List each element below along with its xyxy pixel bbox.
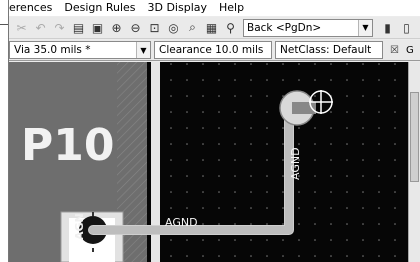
navigation-combo-value: Back <PgDn> — [247, 21, 322, 34]
chevron-down-icon[interactable]: ▼ — [358, 19, 372, 36]
propbar-overflow: G — [406, 44, 414, 56]
via-size-value: Via 35.0 mils * — [14, 44, 91, 56]
pcb-editor-window: erences Design Rules 3D Display Help ✂ ↶… — [8, 0, 420, 262]
netclass-value: NetClass: Default — [280, 44, 372, 56]
view-icon[interactable]: ▣ — [89, 19, 106, 36]
via-size-combo[interactable]: Via 35.0 mils * ▼ — [9, 41, 151, 59]
undo-icon[interactable]: ↶ — [32, 19, 49, 36]
netclass-field[interactable]: NetClass: Default — [275, 41, 383, 59]
chevron-down-icon[interactable]: ▼ — [136, 42, 150, 58]
navigation-combo[interactable]: Back <PgDn> ▼ — [243, 18, 373, 37]
netclass-options-icon[interactable]: ☒ — [386, 42, 403, 59]
menu-help[interactable]: Help — [213, 0, 250, 16]
find-icon[interactable]: ⌕ — [184, 19, 201, 36]
cut-icon[interactable]: ✂ — [13, 19, 30, 36]
redo-icon[interactable]: ↷ — [51, 19, 68, 36]
vertical-scrollbar[interactable] — [408, 62, 420, 262]
trace-label-horizontal: AGND — [165, 216, 198, 229]
menu-3d-display[interactable]: 3D Display — [142, 0, 214, 16]
component-label: P10 — [21, 120, 114, 171]
extra-toolbar-icon[interactable]: ▯ — [398, 19, 415, 36]
menu-preferences[interactable]: erences — [9, 0, 58, 16]
scrollbar-thumb[interactable] — [410, 92, 419, 182]
zoom-out-icon[interactable]: ⊖ — [127, 19, 144, 36]
clearance-value: Clearance 10.0 mils — [159, 44, 264, 56]
snapshot-icon[interactable]: ▦ — [203, 19, 220, 36]
clearance-field[interactable]: Clearance 10.0 mils — [154, 41, 272, 59]
print-icon[interactable]: ▤ — [70, 19, 87, 36]
zoom-in-icon[interactable]: ⊕ — [108, 19, 125, 36]
trace-label-vertical: AGND — [289, 147, 302, 180]
pcb-canvas[interactable]: P10 AGN AGND AGND — [9, 62, 409, 262]
main-toolbar: ✂ ↶ ↷ ▤ ▣ ⊕ ⊖ ⊡ ◎ ⌕ ▦ ⚲ Back <PgDn> ▼ ▮ … — [9, 17, 420, 39]
menubar: erences Design Rules 3D Display Help — [9, 0, 420, 16]
inspect-icon[interactable]: ⚲ — [222, 19, 239, 36]
pcb-drawing: P10 AGN AGND AGND — [9, 62, 409, 262]
zoom-area-icon[interactable]: ◎ — [165, 19, 182, 36]
menu-design-rules[interactable]: Design Rules — [58, 0, 141, 16]
zoom-fit-icon[interactable]: ⊡ — [146, 19, 163, 36]
properties-bar: Via 35.0 mils * ▼ Clearance 10.0 mils Ne… — [9, 40, 420, 61]
bookmark-icon[interactable]: ▮ — [379, 19, 396, 36]
pad-net-label: AGN — [73, 213, 86, 240]
